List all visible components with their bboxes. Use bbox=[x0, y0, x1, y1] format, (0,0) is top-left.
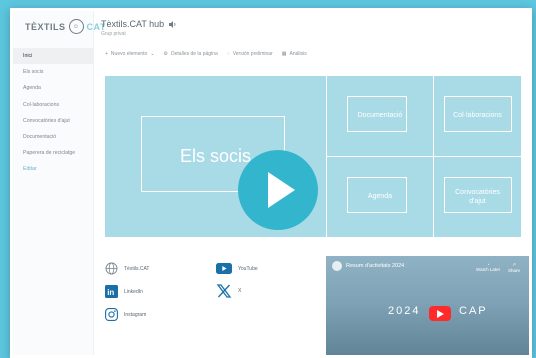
sidebar: TÈXTILS ☺ CAT Inici Els socis Agenda Col… bbox=[13, 11, 105, 355]
new-item-button[interactable]: + Nuevo elemento ⌄ bbox=[105, 51, 155, 57]
sidebar-nav: Inici Els socis Agenda Col·laboracions C… bbox=[13, 48, 93, 178]
toolbar: + Nuevo elemento ⌄ ⚙ Detalles de la pági… bbox=[105, 51, 307, 57]
tile-divider bbox=[327, 156, 521, 157]
tile-frame bbox=[347, 96, 407, 132]
share-label: Share bbox=[508, 268, 521, 273]
sidebar-item-els-socis[interactable]: Els socis bbox=[13, 64, 93, 80]
sidebar-item-convocatories[interactable]: Convocatòries d'ajut bbox=[13, 113, 93, 129]
analytics-button[interactable]: ▦ Análisis bbox=[282, 51, 307, 57]
sidebar-edit-link[interactable]: Editar bbox=[13, 161, 93, 177]
channel-avatar[interactable] bbox=[332, 261, 342, 271]
tile-frame bbox=[444, 177, 512, 213]
tile-collaboracions[interactable]: Col·laboracions bbox=[434, 76, 521, 156]
embedded-video[interactable]: Resum d'activitats 2024 ◔ Watch Later ↗ … bbox=[326, 256, 529, 355]
youtube-play-icon[interactable] bbox=[429, 306, 451, 321]
tile-convocatories[interactable]: Convocatòries d'ajut bbox=[434, 157, 521, 237]
x-logo-icon bbox=[216, 283, 232, 299]
sidebar-item-paperera[interactable]: Paperera de reciclatge bbox=[13, 145, 93, 161]
tile-documentacio[interactable]: Documentació bbox=[327, 76, 433, 156]
link-youtube-label: YouTube bbox=[238, 265, 258, 272]
speaker-icon[interactable] bbox=[169, 20, 177, 28]
page-title: Tèxtils.CAT hub bbox=[101, 19, 177, 29]
tile-agenda[interactable]: Agenda bbox=[327, 157, 433, 237]
page-details-label: Detalles de la página bbox=[171, 51, 218, 57]
video-title[interactable]: Resum d'activitats 2024 bbox=[346, 263, 404, 269]
link-web-label: Tèxtils.CAT bbox=[124, 265, 150, 272]
instagram-icon bbox=[105, 308, 118, 321]
link-linkedin[interactable]: in LinkedIn bbox=[105, 285, 143, 298]
play-button-icon[interactable] bbox=[238, 150, 318, 230]
chevron-down-icon: ⌄ bbox=[150, 51, 155, 57]
page-title-text: Tèxtils.CAT hub bbox=[101, 19, 165, 29]
link-x[interactable]: X bbox=[216, 283, 241, 299]
analytics-icon: ▦ bbox=[281, 51, 287, 57]
preview-button[interactable]: ◌ Versión preliminar bbox=[227, 51, 273, 57]
site-logo[interactable]: TÈXTILS ☺ CAT bbox=[25, 19, 106, 34]
watch-later-label: Watch Later bbox=[476, 267, 501, 272]
youtube-icon bbox=[216, 262, 232, 275]
new-item-label: Nuevo elemento bbox=[110, 51, 148, 57]
link-linkedin-label: LinkedIn bbox=[124, 288, 143, 295]
sidebar-item-collaboracions[interactable]: Col·laboracions bbox=[13, 97, 93, 113]
sidebar-item-agenda[interactable]: Agenda bbox=[13, 80, 93, 96]
link-x-label: X bbox=[238, 288, 242, 294]
logo-text-left: TÈXTILS bbox=[25, 21, 66, 32]
video-cap-text: CAP bbox=[459, 305, 488, 317]
watch-later-button[interactable]: ◔ Watch Later bbox=[476, 262, 500, 272]
sidebar-item-inici[interactable]: Inici bbox=[13, 48, 93, 65]
share-button[interactable]: ↗ Share bbox=[508, 262, 520, 273]
smile-icon: ☺ bbox=[68, 19, 84, 34]
preview-label: Versión preliminar bbox=[232, 51, 273, 57]
globe-icon bbox=[105, 262, 118, 275]
preview-icon: ◌ bbox=[226, 51, 230, 57]
link-instagram-label: Instagram bbox=[124, 311, 147, 318]
analytics-label: Análisis bbox=[289, 51, 307, 57]
sidebar-item-documentacio[interactable]: Documentació bbox=[13, 129, 93, 145]
tile-frame bbox=[444, 96, 512, 132]
plus-icon: + bbox=[105, 51, 108, 57]
video-year-text: 2024 bbox=[388, 305, 421, 317]
tile-frame bbox=[347, 177, 407, 213]
linkedin-icon: in bbox=[105, 285, 118, 298]
link-web[interactable]: Tèxtils.CAT bbox=[105, 262, 149, 275]
page-subtitle: Grup privat bbox=[101, 31, 126, 37]
page-details-button[interactable]: ⚙ Detalles de la página bbox=[164, 51, 218, 57]
svg-text:in: in bbox=[107, 288, 114, 297]
gear-icon: ⚙ bbox=[163, 51, 169, 57]
link-youtube[interactable]: YouTube bbox=[216, 262, 258, 275]
quick-links-grid: Els socis Documentació Col·laboracions A… bbox=[105, 76, 521, 237]
link-instagram[interactable]: Instagram bbox=[105, 308, 146, 321]
